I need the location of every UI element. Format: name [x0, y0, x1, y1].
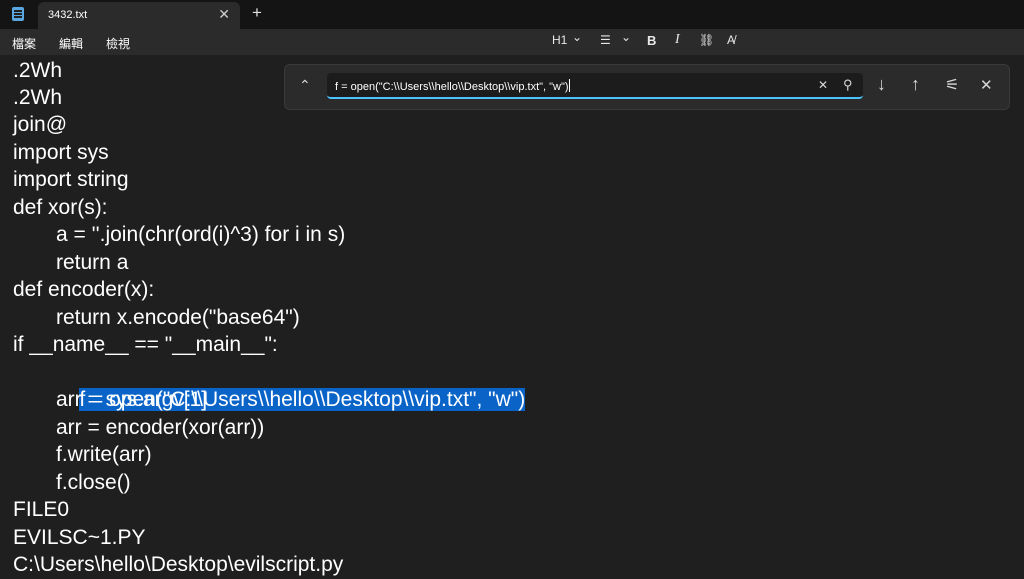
find-next-icon[interactable]: ↓ — [877, 74, 886, 95]
text-line: EVILSC~1.PY — [13, 526, 146, 549]
text-line: .2Wh — [13, 86, 63, 109]
list-dropdown-icon[interactable]: ⌄ — [621, 30, 631, 44]
text-line: FILE0 — [13, 498, 70, 521]
text-line: C:\Users\hello\Desktop\evilscript.py — [13, 553, 344, 576]
text-line: f.close() — [56, 471, 131, 494]
link-icon[interactable]: ⛓ — [699, 33, 714, 47]
bold-button[interactable]: B — [647, 33, 656, 48]
tab-title: 3432.txt — [48, 9, 88, 21]
text-line: if __name__ == "__main__": — [13, 333, 278, 356]
text-line: arr = sys.argv[1] — [56, 388, 208, 411]
new-tab-button[interactable]: + — [252, 3, 262, 23]
clear-search-icon[interactable]: ✕ — [818, 78, 828, 92]
text-line: return x.encode("base64") — [56, 306, 300, 329]
text-editor[interactable]: .2Wh .2Wh join@ import sys import string… — [0, 55, 1024, 579]
text-line: join@ — [13, 113, 68, 136]
italic-button[interactable]: I — [675, 32, 680, 48]
menu-file[interactable]: 檔案 — [12, 35, 36, 52]
collapse-chevron-icon[interactable]: ⌃ — [299, 77, 311, 94]
text-line: import sys — [13, 141, 109, 164]
heading-button[interactable]: H1 — [552, 33, 567, 47]
find-panel: ⌃ f = open("C:\\Users\\hello\\Desktop\\v… — [284, 64, 1010, 110]
text-line: def encoder(x): — [13, 278, 155, 301]
text-line: .2Wh — [13, 59, 63, 82]
notepad-icon — [12, 7, 24, 21]
find-previous-icon[interactable]: ↑ — [911, 74, 920, 95]
text-line: def xor(s): — [13, 196, 108, 219]
text-line: return a — [56, 251, 129, 274]
text-line: arr = encoder(xor(arr)) — [56, 416, 265, 439]
text-line-container: f = open("C:\\Users\\hello\\Desktop\\vip… — [56, 359, 526, 411]
heading-dropdown-icon[interactable]: ⌄ — [572, 30, 582, 44]
menu-view[interactable]: 檢視 — [106, 35, 130, 52]
text-line: a = ''.join(chr(ord(i)^3) for i in s) — [56, 223, 346, 246]
title-bar: 3432.txt ✕ + — [0, 0, 1024, 29]
search-icon[interactable]: ⚲ — [843, 77, 853, 93]
find-query-text: f = open("C:\\Users\\hello\\Desktop\\vip… — [335, 79, 570, 93]
clear-formatting-icon[interactable]: A̸ — [727, 33, 735, 47]
tab-3432-txt[interactable]: 3432.txt ✕ — [38, 2, 240, 29]
text-line: import string — [13, 168, 129, 191]
menu-edit[interactable]: 編輯 — [59, 35, 83, 52]
text-line: f.write(arr) — [56, 443, 152, 466]
find-input[interactable]: f = open("C:\\Users\\hello\\Desktop\\vip… — [327, 73, 863, 99]
menu-bar: 檔案 編輯 檢視 H1 ⌄ ☰ ⌄ B I ⛓ A̸ — [0, 29, 1024, 55]
close-find-icon[interactable]: ✕ — [980, 76, 993, 94]
find-options-icon[interactable]: ⚟ — [945, 75, 959, 95]
list-icon[interactable]: ☰ — [600, 33, 611, 47]
close-tab-icon[interactable]: ✕ — [218, 6, 230, 23]
